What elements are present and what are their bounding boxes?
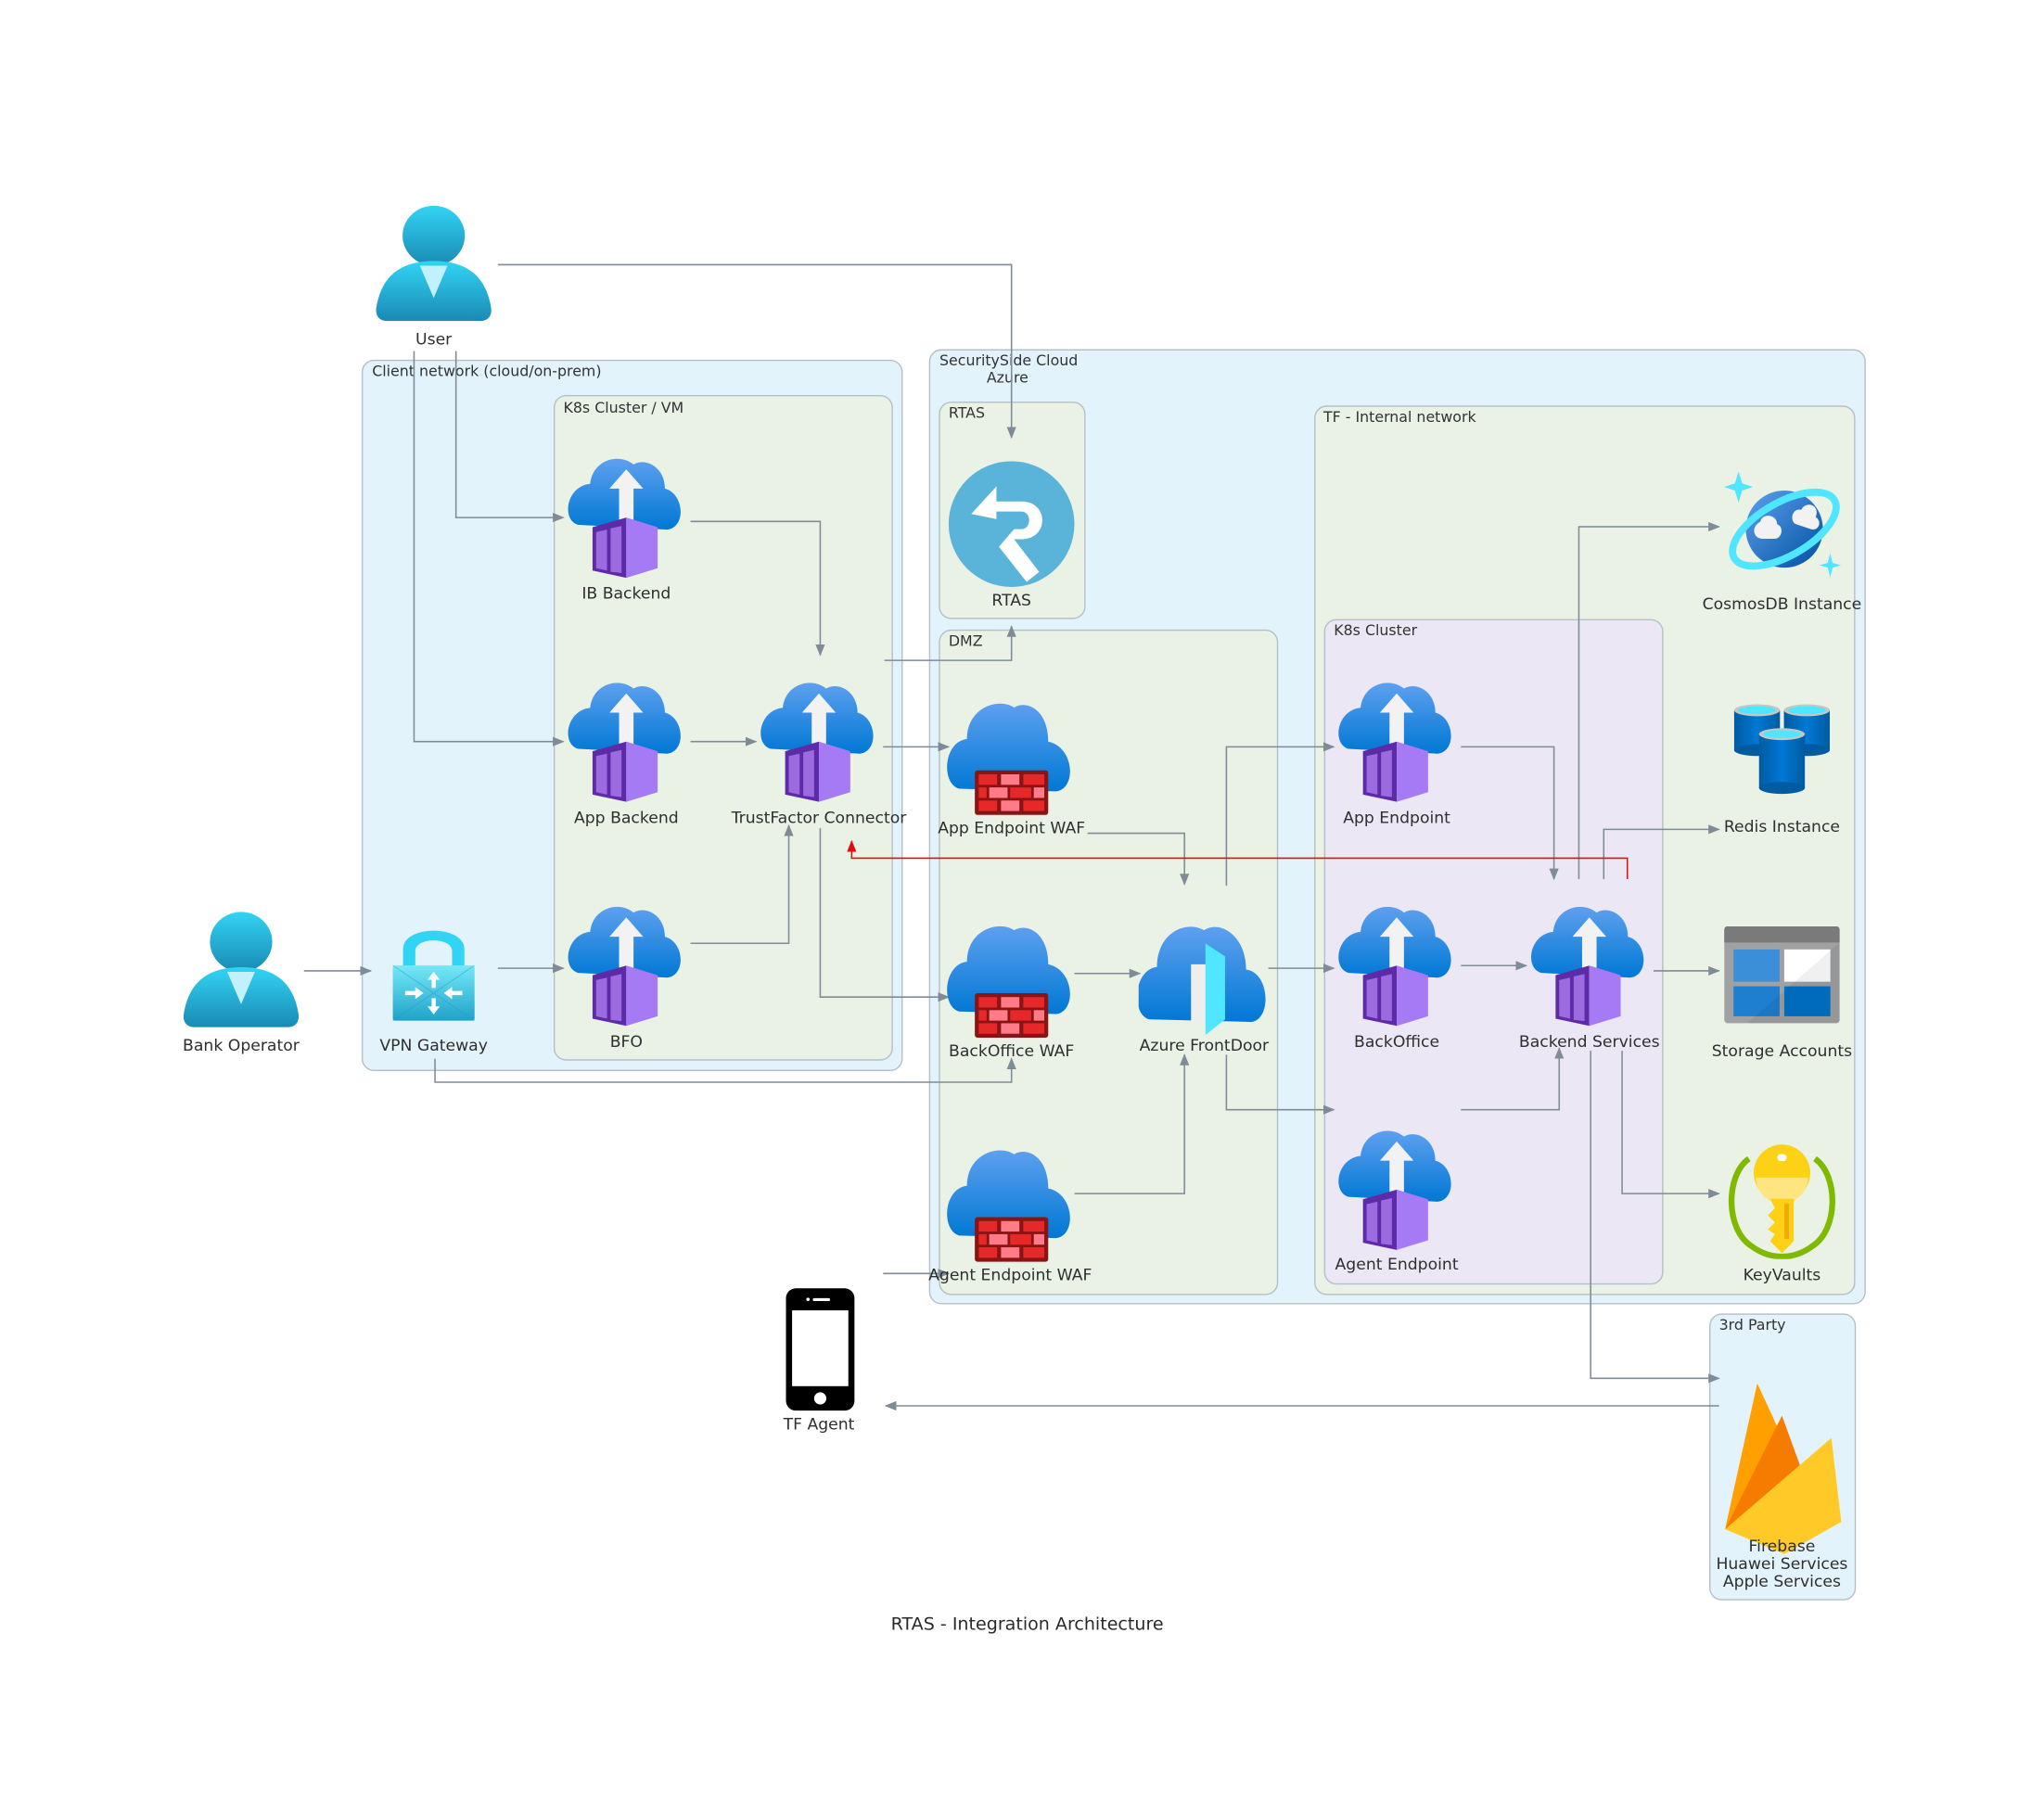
node-bfo-label: BFO xyxy=(610,1033,643,1052)
node-trustfactor-connector-label: TrustFactor Connector xyxy=(731,809,908,827)
rtas-logo-icon xyxy=(948,461,1075,587)
node-backend-services-label: Backend Services xyxy=(1519,1033,1660,1052)
diagram-title: RTAS - Integration Architecture xyxy=(891,1614,1164,1635)
node-backoffice-label: BackOffice xyxy=(1354,1033,1439,1052)
node-user[interactable]: User xyxy=(376,205,492,350)
node-storage-label: Storage Accounts xyxy=(1712,1042,1852,1061)
node-bank-operator-label: Bank Operator xyxy=(183,1037,300,1055)
node-user-label: User xyxy=(415,331,453,350)
group-client-network-label: Client network (cloud/on-prem) xyxy=(372,363,601,380)
node-tf-agent[interactable]: TF Agent xyxy=(783,1288,855,1434)
node-azure-frontdoor-label: Azure FrontDoor xyxy=(1140,1037,1270,1055)
node-agent-endpoint-waf-label: Agent Endpoint WAF xyxy=(928,1266,1092,1284)
user-icon xyxy=(183,912,300,1027)
node-keyvaults-label: KeyVaults xyxy=(1744,1266,1821,1284)
storage-icon xyxy=(1724,925,1840,1024)
mobile-phone-icon xyxy=(786,1288,855,1411)
node-bank-operator[interactable]: Bank Operator xyxy=(183,912,300,1055)
group-dmz-label: DMZ xyxy=(949,632,983,650)
node-agent-endpoint-label: Agent Endpoint xyxy=(1335,1256,1459,1274)
node-app-endpoint-label: App Endpoint xyxy=(1343,809,1450,827)
group-securityside-cloud-line2: Azure xyxy=(987,369,1028,387)
node-backoffice-waf-label: BackOffice WAF xyxy=(949,1042,1074,1061)
group-third-party-label: 3rd Party xyxy=(1719,1316,1786,1333)
group-securityside-cloud-line1: SecuritySide Cloud xyxy=(939,351,1078,369)
user-icon xyxy=(376,205,492,322)
group-tf-internal-label: TF - Internal network xyxy=(1322,408,1477,426)
node-cosmosdb-label: CosmosDB Instance xyxy=(1703,595,1862,614)
node-app-backend-label: App Backend xyxy=(574,809,679,827)
node-app-endpoint-waf-label: App Endpoint WAF xyxy=(938,820,1085,838)
node-vpn-gateway-label: VPN Gateway xyxy=(379,1037,488,1055)
group-rtas-label: RTAS xyxy=(949,404,985,422)
node-redis-label: Redis Instance xyxy=(1724,818,1840,836)
group-client-k8s-label: K8s Cluster / VM xyxy=(564,399,684,416)
group-tf-k8s-label: K8s Cluster xyxy=(1334,621,1417,639)
architecture-diagram: Client network (cloud/on-prem) K8s Clust… xyxy=(183,205,1866,1635)
node-tf-agent-label: TF Agent xyxy=(783,1415,855,1434)
node-rtas-label: RTAS xyxy=(991,592,1031,610)
node-ib-backend-label: IB Backend xyxy=(581,585,671,604)
node-push-services-label-line: Huawei Services xyxy=(1716,1555,1847,1574)
node-push-services-label-line: Firebase xyxy=(1749,1538,1816,1556)
node-push-services-label-line: Apple Services xyxy=(1723,1573,1841,1591)
